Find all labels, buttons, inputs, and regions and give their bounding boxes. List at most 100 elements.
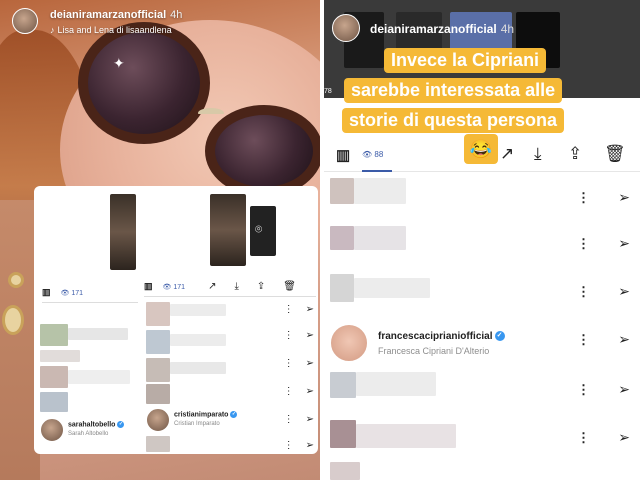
send-icon[interactable]: ➢ [306, 304, 314, 315]
more-icon[interactable]: ⋮ [577, 430, 590, 446]
thumbnail-count: 78 [324, 88, 332, 95]
laughing-emoji: 😂 [464, 134, 498, 164]
story-header: deianiramarzanofficial 4h ♪ Lisa and Lena … [8, 4, 308, 38]
story-time: 4h [170, 9, 183, 21]
avatar [40, 418, 64, 442]
blurred-name [354, 178, 406, 204]
viewer-fullname: Francesca Cipriani D'Alterio [378, 346, 490, 356]
trash-icon[interactable]: 🗑 [283, 281, 296, 292]
download-icon[interactable]: ⤓ [234, 281, 238, 292]
send-icon[interactable]: ➢ [306, 414, 314, 425]
avatar [330, 324, 368, 362]
more-icon[interactable]: ⋮ [577, 190, 590, 206]
row-actions: ⋮ ➢ [272, 330, 314, 341]
viewer-username: cristianimparato ✓ [174, 411, 238, 419]
send-icon[interactable]: ➢ [306, 386, 314, 397]
verified-badge-icon: ✓ [117, 421, 125, 428]
story-username[interactable]: deianiramarzanofficial 4h [50, 9, 182, 21]
viewer-row[interactable]: ⋮ ➢ [324, 222, 640, 268]
viewer-fullname: Sarah Altobello [68, 431, 109, 437]
viewer-fullname: Cristian Imparato [174, 421, 220, 427]
viewer-row[interactable]: ⋮ ➢ [324, 270, 640, 316]
arrow-icon[interactable]: ↗ [208, 281, 216, 292]
viewer-profile-sarah[interactable]: sarahaltobello ✓ Sarah Altobello [40, 418, 140, 446]
send-icon[interactable]: ➢ [618, 189, 630, 206]
trash-icon[interactable]: 🗑 [604, 144, 626, 164]
caption-line: sarebbe interessata alle [344, 78, 563, 103]
blurred-avatar [40, 324, 68, 346]
stats-bar: ▥ 👁 171 ↗ ⤓ ⇪ 🗑 [144, 281, 316, 297]
views-count[interactable]: 👁 88 [362, 138, 392, 172]
more-icon[interactable]: ⋮ [577, 382, 590, 398]
send-icon[interactable]: ➢ [618, 331, 630, 348]
blurred-name [40, 350, 80, 362]
more-icon[interactable]: ⋮ [284, 386, 294, 397]
blurred-avatar [40, 392, 68, 412]
blurred-avatar [146, 436, 170, 452]
blurred-name [356, 372, 436, 396]
blurred-name [68, 328, 128, 340]
blurred-name [170, 362, 226, 374]
necklace-coin [8, 272, 24, 288]
more-icon[interactable]: ⋮ [284, 330, 294, 341]
username-text: sarahaltobello [68, 421, 116, 429]
viewer-profile-francesca[interactable]: francescaciprianiofficial ✓ Francesca Cip… [330, 324, 570, 362]
story-username[interactable]: deianiramarzanofficial 4h [370, 22, 514, 36]
blurred-avatar [330, 178, 354, 204]
more-icon[interactable]: ⋮ [577, 236, 590, 252]
more-icon[interactable]: ⋮ [284, 414, 294, 425]
send-icon[interactable]: ➢ [306, 440, 314, 451]
send-icon[interactable]: ➢ [618, 381, 630, 398]
viewer-username: sarahaltobello ✓ [68, 421, 125, 429]
stats-bar: ▥ 👁 171 [42, 287, 138, 303]
more-icon[interactable]: ⋮ [284, 358, 294, 369]
viewer-username: francescaciprianiofficial ✓ [378, 331, 505, 342]
row-actions: ⋮ ➢ [272, 386, 314, 397]
more-icon[interactable]: ⋮ [284, 440, 294, 451]
viewers-screenshot-card: ⌾ ▥ 👁 171 ▥ 👁 171 ↗ ⤓ ⇪ 🗑 ⋮ ➢ ⋮ ➢ ⋮ ➢ ⋮ … [34, 186, 318, 454]
blurred-name [68, 370, 130, 384]
blurred-name [354, 226, 406, 250]
send-icon[interactable]: ➢ [618, 429, 630, 446]
camera-thumbnail[interactable] [250, 206, 276, 256]
sunglasses-lens-left [78, 22, 210, 144]
story-thumbnail[interactable] [210, 194, 246, 266]
blurred-avatar [146, 384, 170, 404]
arrow-icon[interactable]: ↗ [500, 144, 514, 164]
views-count[interactable]: 👁 171 [162, 284, 193, 291]
more-icon[interactable]: ⋮ [284, 304, 294, 315]
download-icon[interactable]: ⤓ [534, 144, 542, 164]
blurred-avatar [330, 462, 360, 480]
avatar[interactable] [332, 14, 360, 42]
verified-badge-icon: ✓ [230, 411, 238, 418]
views-value: 171 [71, 290, 83, 297]
bar-chart-icon[interactable]: ▥ [144, 281, 153, 291]
more-icon[interactable]: ⋮ [577, 284, 590, 300]
send-icon[interactable]: ➢ [306, 330, 314, 341]
send-icon[interactable]: ➢ [618, 283, 630, 300]
music-label[interactable]: ♪ Lisa and Lena di lisaandlena [50, 25, 172, 35]
upload-icon[interactable]: ⇪ [568, 144, 582, 164]
left-story-panel: ✦ deianiramarzanofficial 4h ♪ Lisa and Len… [0, 0, 320, 480]
blurred-avatar [330, 226, 354, 250]
viewer-profile-cristian[interactable]: cristianimparato ✓ Cristian Imparato [146, 408, 256, 436]
blurred-avatar [330, 372, 356, 398]
avatar[interactable] [12, 8, 38, 34]
username-text: cristianimparato [174, 411, 229, 419]
views-value: 171 [173, 284, 185, 291]
views-value: 88 [374, 150, 384, 159]
story-thumbnail[interactable] [110, 194, 136, 270]
views-count[interactable]: 👁 171 [60, 290, 91, 297]
viewer-row[interactable]: ⋮ ➢ [324, 416, 640, 462]
row-actions: ⋮ ➢ [272, 440, 314, 451]
upload-icon[interactable]: ⇪ [257, 281, 265, 292]
bar-chart-icon[interactable]: ▥ [42, 287, 51, 297]
send-icon[interactable]: ➢ [306, 358, 314, 369]
caption-line: storie di questa persona [342, 108, 565, 133]
more-icon[interactable]: ⋮ [577, 332, 590, 348]
viewer-row[interactable]: ⋮ ➢ [324, 368, 640, 414]
bar-chart-icon[interactable]: ▥ [336, 146, 350, 164]
viewer-row[interactable]: ⋮ ➢ [324, 176, 640, 222]
send-icon[interactable]: ➢ [618, 235, 630, 252]
username-text: francescaciprianiofficial [378, 331, 493, 342]
